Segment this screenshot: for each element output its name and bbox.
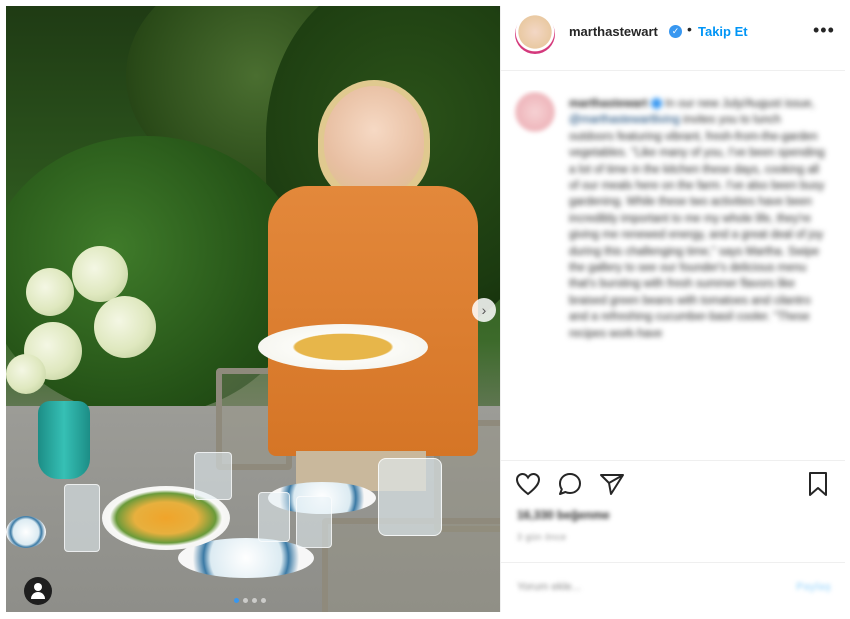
post-comment-button[interactable]: Paylaş (796, 581, 831, 593)
tagged-users-button[interactable] (24, 577, 52, 605)
hydrangea-flower (72, 246, 128, 302)
comment-bar: Yorum ekle... Paylaş (501, 562, 845, 613)
user-icon-body (31, 592, 45, 599)
hydrangea-flower (6, 354, 46, 394)
caption-body-1: In our new July/August issue, (665, 98, 815, 110)
comment-icon[interactable] (555, 469, 585, 499)
follow-button[interactable]: Takip Et (698, 24, 748, 39)
caption-body-2: invites you to lunch outdoors featuring … (569, 114, 825, 339)
caption-text: marthastewart In our new July/August iss… (569, 96, 827, 342)
comment-input[interactable]: Yorum ekle... (517, 581, 581, 593)
carousel-indicator (234, 598, 266, 603)
orange-shirt (268, 186, 478, 456)
glass (194, 452, 232, 500)
action-bar (501, 460, 845, 501)
likes-count[interactable]: 16,330 beğenme (517, 508, 610, 522)
post-side-panel: marthastewart ✓ • Takip Et ••• marthaste… (500, 6, 845, 612)
hydrangea-flower (26, 268, 74, 316)
glass-pitcher (378, 458, 442, 536)
hydrangea-flower (94, 296, 156, 358)
carousel-dot (261, 598, 266, 603)
caption-avatar[interactable] (515, 92, 555, 132)
share-icon[interactable] (597, 469, 627, 499)
post-timestamp: 3 gün önce (517, 532, 567, 542)
blue-plate (6, 516, 46, 548)
verified-badge-icon: ✓ (669, 25, 682, 38)
post-photo[interactable]: › (6, 6, 500, 612)
more-options-icon[interactable]: ••• (813, 20, 835, 41)
carousel-dot (243, 598, 248, 603)
person-face (324, 86, 424, 196)
post-header: marthastewart ✓ • Takip Et ••• (501, 6, 845, 71)
caption-area: marthastewart In our new July/August iss… (501, 90, 845, 455)
glass (296, 496, 332, 548)
bookmark-icon[interactable] (803, 469, 833, 499)
platter-with-food (258, 324, 428, 370)
carousel-dot (234, 598, 239, 603)
user-icon (34, 583, 42, 591)
avatar[interactable] (515, 14, 555, 54)
instagram-post-window: › marthastewart ✓ • Takip Et ••• marthas… (0, 0, 850, 619)
carousel-dot (252, 598, 257, 603)
caption-mention-link[interactable]: @marthastewartliving (569, 114, 680, 126)
turquoise-vase (38, 401, 90, 479)
chevron-right-icon: › (482, 302, 487, 318)
username-link[interactable]: marthastewart (569, 24, 658, 39)
separator-dot: • (687, 21, 692, 37)
glass (64, 484, 100, 552)
verified-badge-icon (651, 98, 662, 109)
caption-username[interactable]: marthastewart (569, 98, 648, 110)
glass (258, 492, 290, 542)
next-slide-button[interactable]: › (472, 298, 496, 322)
heart-icon[interactable] (513, 469, 543, 499)
